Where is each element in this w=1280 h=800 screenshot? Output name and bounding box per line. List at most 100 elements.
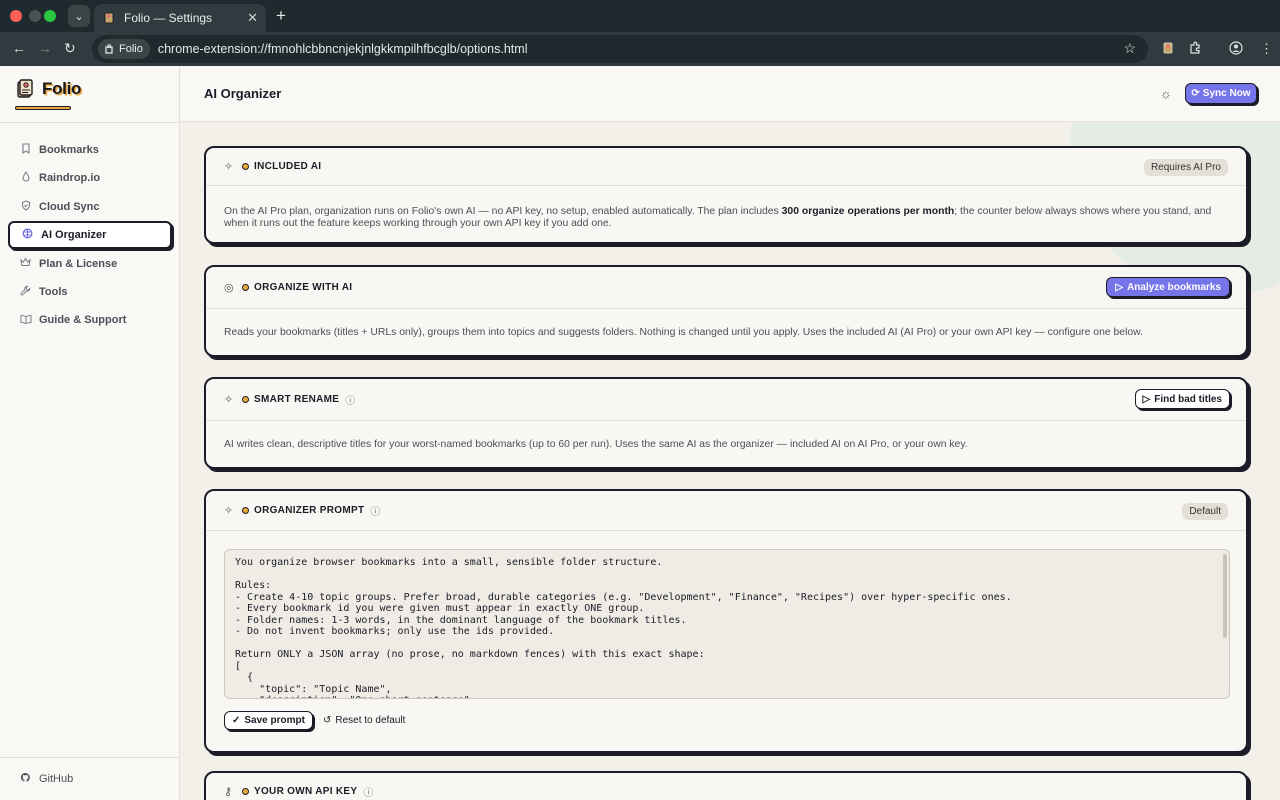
- prompt-actions: ✓ Save prompt ↺ Reset to default: [206, 699, 1246, 742]
- reset-label: Reset to default: [335, 715, 406, 726]
- status-dot: [242, 788, 249, 795]
- forward-arrow-icon[interactable]: →: [38, 40, 52, 56]
- crown-icon: [20, 257, 31, 270]
- info-icon[interactable]: ⓘ: [363, 784, 373, 799]
- github-link[interactable]: GitHub: [20, 772, 73, 786]
- brand-logo[interactable]: Folio: [16, 78, 81, 100]
- undo-icon: ↺: [322, 715, 332, 726]
- sidebar-item-label: AI Organizer: [41, 229, 107, 242]
- info-icon[interactable]: ⓘ: [345, 392, 355, 407]
- sidebar-bottom-divider: [0, 757, 180, 758]
- sidebar-item-label: Tools: [39, 285, 68, 298]
- status-dot: [242, 507, 249, 514]
- prompt-text: You organize browser bookmarks into a sm…: [235, 557, 1012, 698]
- analyze-bookmarks-button[interactable]: ▷ Analyze bookmarks: [1106, 277, 1230, 297]
- bookmark-star-icon[interactable]: ☆: [1123, 40, 1136, 57]
- textarea-scrollbar[interactable]: [1223, 554, 1227, 638]
- browser-tab[interactable]: Folio — Settings ✕: [94, 4, 266, 32]
- sidebar-item-plan-license[interactable]: Plan & License: [8, 250, 172, 278]
- card-title: ORGANIZER PROMPT: [254, 505, 365, 516]
- github-icon: [20, 772, 31, 786]
- sidebar-item-cloud-sync[interactable]: Cloud Sync: [8, 193, 172, 221]
- prompt-textarea[interactable]: You organize browser bookmarks into a sm…: [224, 549, 1230, 699]
- drop-icon: [20, 171, 31, 185]
- default-badge: Default: [1182, 503, 1228, 520]
- maximize-window-button[interactable]: [44, 10, 56, 22]
- tab-close-icon[interactable]: ✕: [247, 10, 258, 26]
- sidebar-nav: Bookmarks Raindrop.io Cloud Sync AI Orga…: [8, 136, 172, 335]
- extensions-puzzle-icon[interactable]: [1189, 41, 1202, 57]
- smart-rename-card: ✧ SMART RENAME ⓘ ▷ Find bad titles AI wr…: [204, 377, 1248, 469]
- card-description: Reads your bookmarks (titles + URLs only…: [224, 327, 1143, 338]
- key-icon: ⚷: [224, 786, 233, 798]
- sync-now-label: Sync Now: [1202, 88, 1251, 99]
- card-title: YOUR OWN API KEY: [254, 786, 358, 797]
- reload-icon[interactable]: ↻: [64, 40, 76, 57]
- organizer-prompt-card: ✧ ORGANIZER PROMPT ⓘ Default You organiz…: [204, 489, 1248, 753]
- sparkle-icon: ✧: [224, 505, 234, 517]
- sun-icon[interactable]: ☼: [1160, 86, 1172, 101]
- folio-logo-icon: [16, 78, 34, 100]
- play-icon: ▷: [1115, 281, 1124, 293]
- sidebar-item-label: Raindrop.io: [39, 172, 101, 185]
- requires-ai-pro-badge: Requires AI Pro: [1143, 159, 1228, 176]
- status-dot: [242, 396, 249, 403]
- more-menu-icon[interactable]: ⋮: [1260, 41, 1273, 57]
- tab-search-button[interactable]: ⌄: [68, 5, 90, 27]
- sidebar-item-tools[interactable]: Tools: [8, 278, 172, 306]
- status-dot: [242, 163, 249, 170]
- profile-icon[interactable]: [1229, 41, 1243, 58]
- brain-icon: ◎: [224, 282, 234, 294]
- card-title: SMART RENAME: [254, 394, 340, 405]
- card-header: ✧ INCLUDED AI Requires AI Pro: [206, 148, 1246, 186]
- address-bar[interactable]: Folio chrome-extension://fmnohlcbbncnjek…: [92, 35, 1148, 63]
- folio-extension-icon[interactable]: [1162, 41, 1174, 58]
- card-description: On the AI Pro plan, organization runs on…: [206, 186, 1246, 245]
- card-title: ORGANIZE WITH AI: [254, 282, 353, 293]
- sidebar-item-label: Guide & Support: [39, 314, 127, 327]
- minimize-window-button[interactable]: [29, 10, 41, 22]
- play-icon: ▷: [1142, 393, 1151, 405]
- card-header: ✧ ORGANIZER PROMPT ⓘ Default: [206, 491, 1246, 531]
- sync-now-button[interactable]: ⟳ Sync Now: [1185, 83, 1257, 104]
- folio-favicon-icon: [102, 11, 116, 25]
- wrench-icon: [20, 285, 31, 299]
- own-api-key-card: ⚷ YOUR OWN API KEY ⓘ: [204, 771, 1248, 800]
- brand-name: Folio: [42, 79, 82, 98]
- options-page: Folio Bookmarks Raindrop.io Cloud Sync A…: [0, 66, 1280, 800]
- page-title: AI Organizer: [204, 86, 282, 101]
- browser-toolbar: ← → ↻ Folio chrome-extension://fmnohlcbb…: [0, 32, 1280, 66]
- extension-chip[interactable]: Folio: [98, 39, 150, 59]
- back-arrow-icon[interactable]: ←: [12, 40, 26, 56]
- new-tab-button[interactable]: +: [276, 6, 286, 26]
- sidebar-item-bookmarks[interactable]: Bookmarks: [8, 136, 172, 164]
- sidebar-item-label: Plan & License: [39, 257, 118, 270]
- sidebar: Folio Bookmarks Raindrop.io Cloud Sync A…: [0, 66, 180, 800]
- brain-icon: [22, 228, 33, 242]
- status-dot: [242, 284, 249, 291]
- reset-to-default-button[interactable]: ↺ Reset to default: [323, 715, 405, 726]
- sidebar-item-guide-support[interactable]: Guide & Support: [8, 306, 172, 334]
- chevron-down-icon: ⌄: [74, 10, 84, 23]
- info-icon[interactable]: ⓘ: [370, 503, 380, 518]
- sidebar-item-label: Cloud Sync: [39, 200, 100, 213]
- save-prompt-button[interactable]: ✓ Save prompt: [224, 711, 313, 730]
- close-window-button[interactable]: [10, 10, 22, 22]
- card-title: INCLUDED AI: [254, 161, 322, 172]
- check-icon: ✓: [232, 715, 241, 726]
- included-ai-card: ✧ INCLUDED AI Requires AI Pro On the AI …: [204, 146, 1248, 244]
- card-header: ✧ SMART RENAME ⓘ ▷ Find bad titles: [206, 379, 1246, 421]
- browser-titlebar: ⌄ Folio — Settings ✕ +: [0, 0, 1280, 32]
- brand-underline: [15, 106, 71, 110]
- sparkle-icon: ✧: [224, 394, 234, 406]
- book-icon: [20, 314, 32, 327]
- github-label: GitHub: [39, 773, 74, 785]
- description-emphasis: 300 organize operations per month: [781, 206, 955, 217]
- sidebar-item-ai-organizer[interactable]: AI Organizer: [8, 221, 172, 250]
- url-text[interactable]: chrome-extension://fmnohlcbbncnjekjnlgkk…: [158, 42, 528, 56]
- find-bad-titles-button[interactable]: ▷ Find bad titles: [1134, 389, 1230, 409]
- shield-icon: [20, 200, 31, 214]
- save-prompt-label: Save prompt: [244, 715, 305, 726]
- sidebar-item-raindrop[interactable]: Raindrop.io: [8, 164, 172, 192]
- bookmark-icon: [20, 143, 31, 157]
